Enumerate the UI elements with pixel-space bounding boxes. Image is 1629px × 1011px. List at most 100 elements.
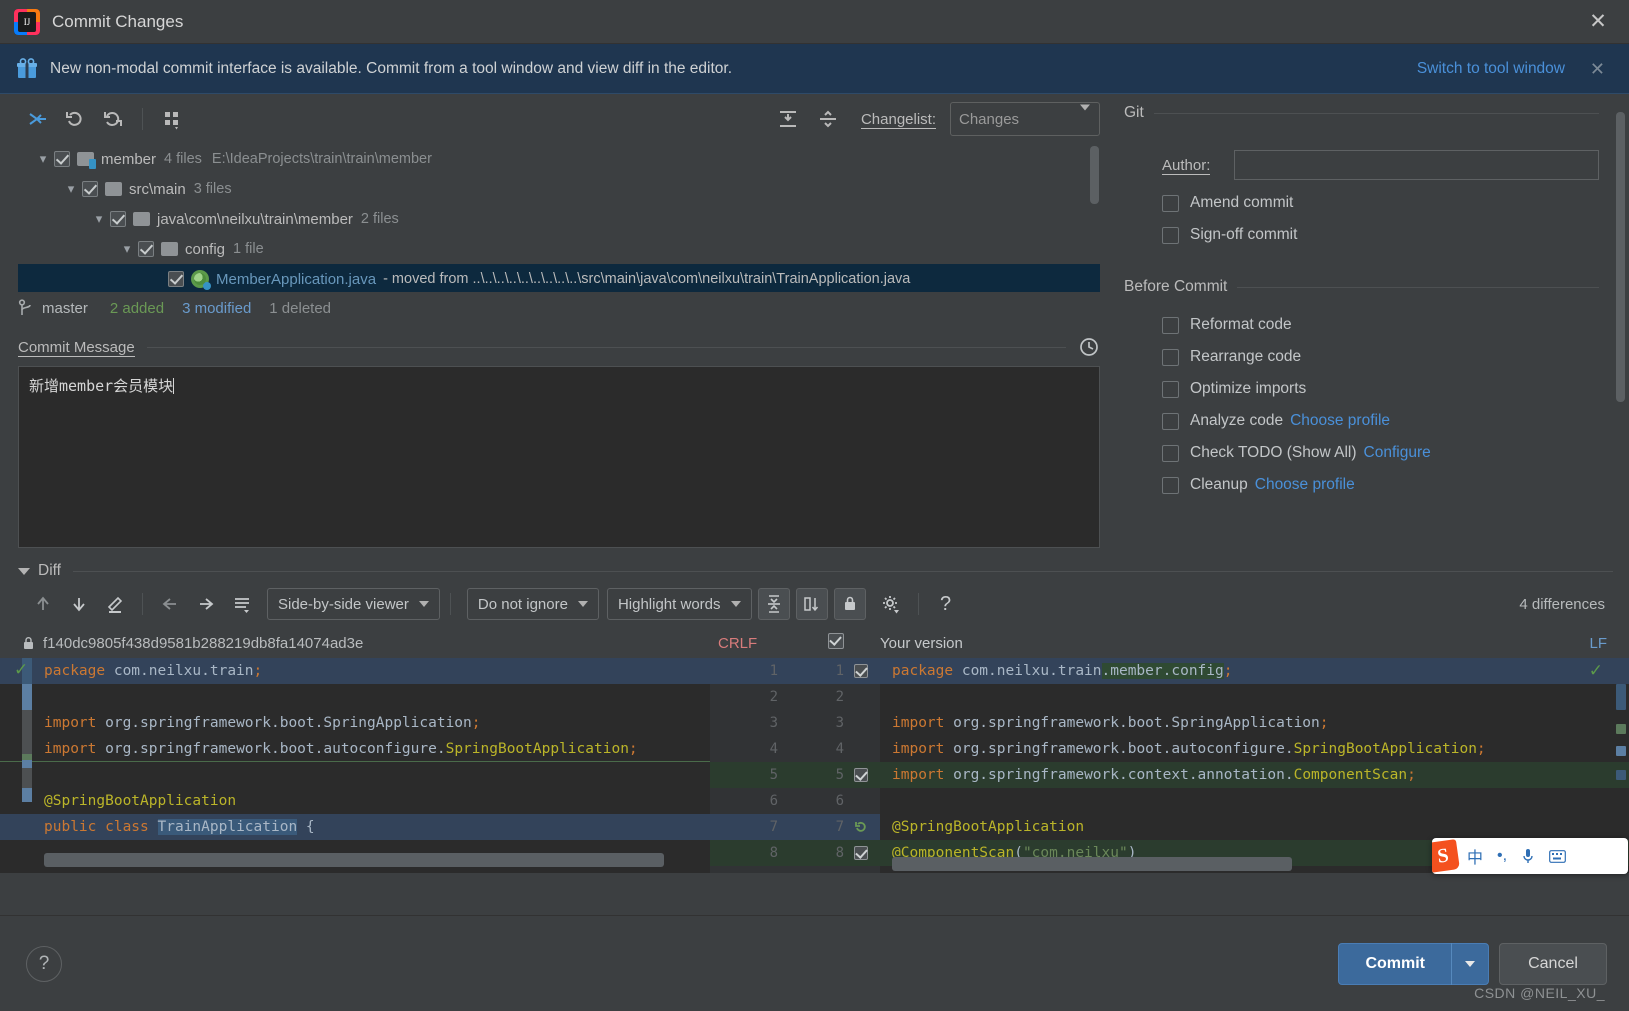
switch-to-tool-window-link[interactable]: Switch to tool window	[1417, 60, 1565, 78]
check-todo-checkbox[interactable]: Check TODO (Show All) Configure	[1124, 444, 1629, 462]
chevron-down-icon[interactable]	[18, 567, 30, 575]
right-accept-checkbox[interactable]	[828, 633, 844, 653]
horizontal-scrollbar[interactable]	[892, 857, 1292, 871]
reformat-code-checkbox[interactable]: Reformat code	[1124, 316, 1629, 334]
chevron-down-icon[interactable]: ▾	[60, 181, 82, 197]
right-line-number: 5	[835, 767, 844, 783]
chevron-down-icon[interactable]: ▾	[32, 151, 54, 167]
viewer-mode-dropdown[interactable]: Side-by-side viewer	[267, 588, 440, 620]
changelist-dropdown[interactable]: Changes	[950, 102, 1100, 136]
folder-icon	[161, 242, 178, 256]
options-scrollbar[interactable]	[1616, 112, 1625, 402]
list-icon[interactable]	[225, 589, 259, 619]
checkbox-box[interactable]	[1162, 412, 1179, 430]
signoff-commit-checkbox[interactable]: Sign-off commit	[1124, 226, 1629, 244]
chevron-down-icon[interactable]: ▾	[88, 211, 110, 227]
tree-checkbox[interactable]	[110, 211, 126, 227]
ime-keyboard-icon[interactable]	[1542, 849, 1573, 863]
checkbox-box[interactable]	[1162, 194, 1179, 212]
ime-punctuation-toggle[interactable]: •,	[1490, 847, 1514, 865]
chevron-down-icon[interactable]: ▾	[116, 241, 138, 257]
commit-message-input[interactable]: 新增member会员模块	[18, 366, 1100, 548]
optimize-imports-checkbox[interactable]: Optimize imports	[1124, 380, 1629, 398]
question-icon[interactable]: ?	[26, 945, 62, 982]
analyze-code-profile-link[interactable]: Choose profile	[1290, 412, 1390, 430]
viewer-mode-value: Side-by-side viewer	[278, 595, 409, 613]
tree-label: member	[101, 150, 157, 168]
code-line: import org.springframework.boot.autoconf…	[892, 741, 1486, 757]
tree-checkbox[interactable]	[54, 151, 70, 167]
checkbox-box[interactable]	[1162, 444, 1179, 462]
sogou-ime-toolbar[interactable]: S 中 •,	[1432, 838, 1628, 874]
arrow-right-icon[interactable]	[189, 589, 223, 619]
tree-checkbox[interactable]	[138, 241, 154, 257]
arrow-down-icon[interactable]	[62, 589, 96, 619]
changes-tree[interactable]: ▾ member 4 files E:\IdeaProjects\train\t…	[18, 144, 1100, 292]
chevron-down-icon	[577, 601, 588, 607]
collapse-unchanged-icon[interactable]	[757, 588, 790, 620]
analyze-code-checkbox[interactable]: Analyze code Choose profile	[1124, 412, 1629, 430]
ime-voice-icon[interactable]	[1514, 847, 1542, 865]
commit-button[interactable]: Commit	[1338, 942, 1489, 985]
window-title: Commit Changes	[52, 11, 184, 31]
cancel-button[interactable]: Cancel	[1499, 942, 1607, 985]
diff-section-header[interactable]: Diff	[18, 562, 1613, 580]
expand-all-icon[interactable]	[771, 104, 805, 134]
sync-scroll-icon[interactable]	[795, 588, 828, 620]
tree-row-member[interactable]: ▾ member 4 files E:\IdeaProjects\train\t…	[18, 144, 1100, 174]
ignore-mode-dropdown[interactable]: Do not ignore	[466, 588, 599, 620]
refresh-icon[interactable]	[96, 104, 130, 134]
sogou-logo-icon[interactable]: S	[1432, 839, 1460, 873]
divider	[72, 570, 1613, 572]
gutter-line: 3 3	[710, 710, 880, 736]
gear-icon[interactable]	[874, 589, 908, 619]
checkbox-box[interactable]	[1162, 316, 1179, 334]
checkbox-box[interactable]	[1162, 226, 1179, 244]
horizontal-scrollbar[interactable]	[44, 853, 664, 867]
cleanup-checkbox[interactable]: Cleanup Choose profile	[1124, 476, 1629, 494]
tree-row-javapkg[interactable]: ▾ java\com\neilxu\train\member 2 files	[18, 204, 1100, 234]
chevron-down-icon[interactable]	[1452, 960, 1488, 967]
author-field[interactable]	[1234, 150, 1599, 180]
revert-change-icon[interactable]	[844, 814, 874, 840]
tree-scrollbar[interactable]	[1090, 146, 1099, 204]
diff-left-pane[interactable]: ✓ package com.neilxu.train; import org.s…	[0, 658, 710, 873]
check-todo-configure-link[interactable]: Configure	[1364, 444, 1431, 462]
cleanup-profile-link[interactable]: Choose profile	[1255, 476, 1355, 494]
accept-change-checkbox[interactable]	[844, 840, 874, 866]
accept-change-checkbox[interactable]	[844, 762, 874, 788]
banner-close-icon[interactable]: ✕	[1590, 60, 1605, 78]
question-icon[interactable]: ?	[929, 589, 963, 619]
checkbox-box[interactable]	[1162, 380, 1179, 398]
accept-change-checkbox[interactable]	[844, 658, 874, 684]
highlight-mode-dropdown[interactable]: Highlight words	[606, 588, 752, 620]
arrow-up-icon[interactable]	[26, 589, 60, 619]
code-line: @SpringBootApplication	[44, 793, 237, 809]
group-by-icon[interactable]	[155, 104, 189, 134]
tree-row-memberapplication[interactable]: MemberApplication.java - moved from ..\.…	[18, 264, 1100, 292]
arrow-left-icon[interactable]	[153, 589, 187, 619]
checkbox-box[interactable]	[1162, 348, 1179, 366]
tree-checkbox[interactable]	[82, 181, 98, 197]
left-line-number: 5	[769, 767, 778, 783]
code-line: public class TrainApplication {	[0, 814, 710, 840]
ime-language-toggle[interactable]: 中	[1460, 844, 1490, 868]
clock-icon[interactable]	[1078, 336, 1100, 358]
collapse-all-icon[interactable]	[811, 104, 845, 134]
diff-code-area[interactable]: ✓ package com.neilxu.train; import org.s…	[0, 658, 1629, 873]
tree-row-config[interactable]: ▾ config 1 file	[18, 234, 1100, 264]
pencil-icon[interactable]	[98, 589, 132, 619]
divider	[1237, 286, 1599, 288]
tree-row-srcmain[interactable]: ▾ src\main 3 files	[18, 174, 1100, 204]
tree-checkbox[interactable]	[168, 271, 184, 287]
gift-icon	[16, 57, 38, 80]
lock-icon[interactable]	[833, 588, 866, 620]
toolbar-divider	[142, 593, 143, 615]
rearrange-code-checkbox[interactable]: Rearrange code	[1124, 348, 1629, 366]
show-diff-icon[interactable]	[20, 104, 54, 134]
revert-icon[interactable]	[58, 104, 92, 134]
close-icon[interactable]: ✕	[1585, 9, 1611, 35]
checkbox-box[interactable]	[1162, 476, 1179, 494]
amend-commit-checkbox[interactable]: Amend commit	[1124, 194, 1629, 212]
